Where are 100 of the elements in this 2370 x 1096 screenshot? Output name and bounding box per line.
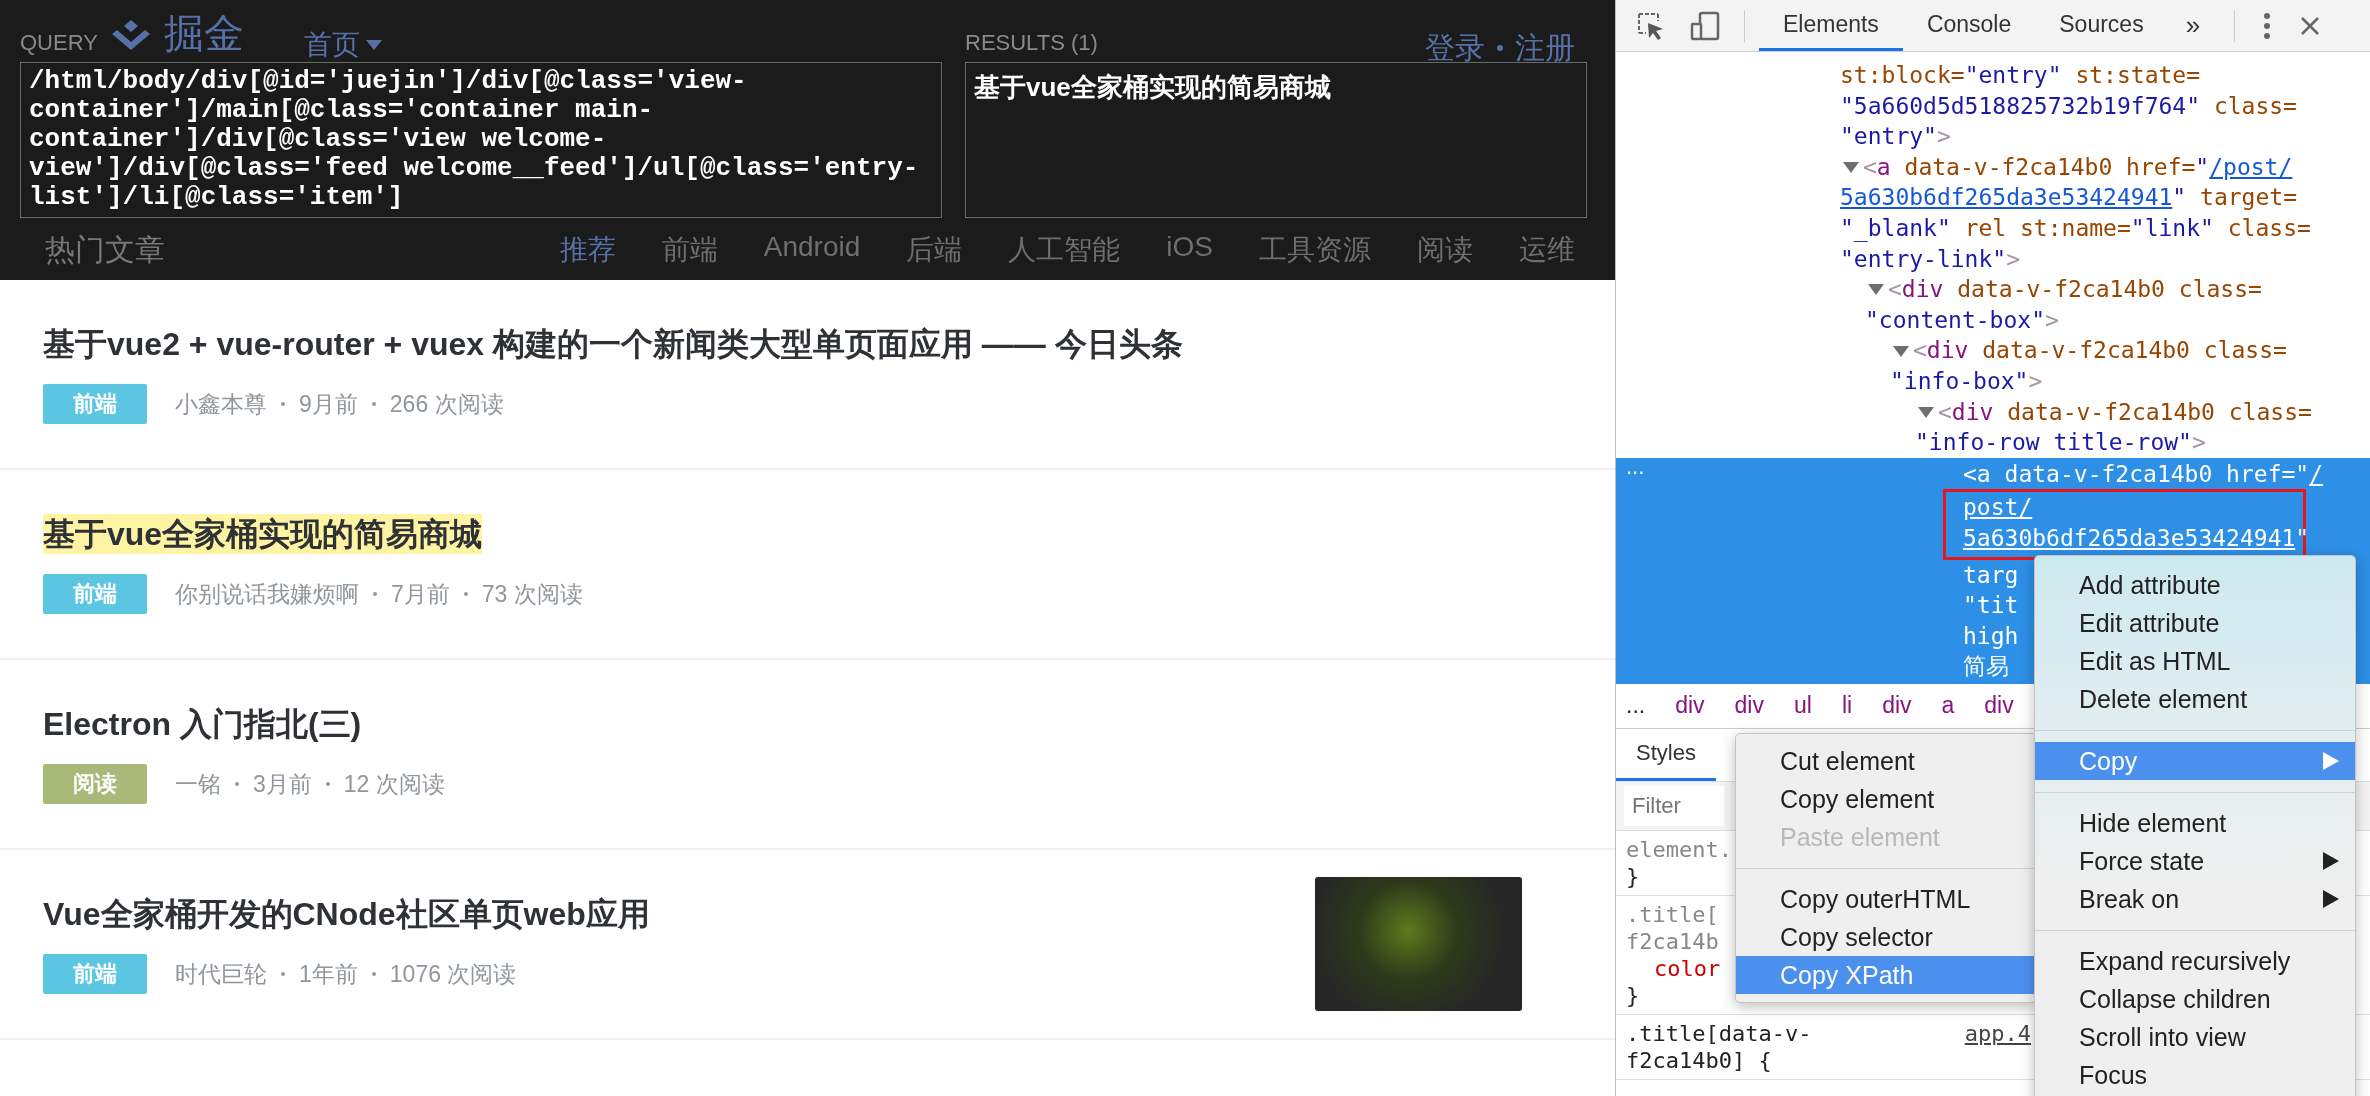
menu-item[interactable]: Expand recursively bbox=[2035, 942, 2355, 980]
code-text: a bbox=[1976, 459, 1991, 489]
article-meta: 时代巨轮 bbox=[175, 959, 267, 989]
menu-item[interactable]: Collapse children bbox=[2035, 980, 2355, 1018]
code-line: "info-box"> bbox=[1890, 366, 2043, 396]
menu-item[interactable]: Copy outerHTML bbox=[1736, 880, 2036, 918]
url-link[interactable]: /post/ bbox=[2209, 151, 2293, 183]
source-link[interactable]: app.4 bbox=[1964, 1019, 2031, 1047]
code-line: <div data-v-f2ca14b0 class= bbox=[1890, 335, 2287, 366]
menu-item[interactable]: Copy selector bbox=[1736, 918, 2036, 956]
code-text: < bbox=[1963, 459, 1977, 489]
result-item[interactable]: 基于vue全家桶实现的简易商城 bbox=[974, 67, 1578, 107]
code-text: " bbox=[2295, 459, 2310, 489]
code-line: "content-box"> bbox=[1865, 305, 2059, 335]
article-meta: 73 次阅读 bbox=[481, 579, 583, 609]
menu-item[interactable]: Edit as HTML bbox=[2035, 642, 2355, 680]
devtools-tab[interactable]: Elements bbox=[1759, 0, 1903, 51]
css-text: } bbox=[1626, 863, 1640, 889]
article-meta: 12 次阅读 bbox=[343, 769, 445, 799]
breadcrumb[interactable]: div bbox=[1734, 692, 1764, 720]
tree-node[interactable]: <div data-v-f2ca14b0 class= "info-box"> bbox=[1616, 335, 2370, 397]
close-icon[interactable] bbox=[2301, 16, 2320, 35]
article-meta: 266 次阅读 bbox=[389, 389, 504, 419]
more-tabs-button[interactable]: » bbox=[2185, 10, 2201, 41]
query-field[interactable]: /html/body/div[@id='juejin']/div[@class='view-container']/main[@class='container main-container']/div[@class='view welcome-view']/div[@class='feed welcome__feed']/ul[@class='entry-list']/li[@class='item'] bbox=[20, 62, 942, 218]
breadcrumb[interactable]: ... bbox=[1626, 692, 1646, 720]
code-line: <div data-v-f2ca14b0 class= bbox=[1865, 274, 2262, 305]
article-title[interactable]: Electron 入门指北(三) bbox=[43, 704, 362, 744]
category-tab[interactable]: 推荐 bbox=[559, 231, 616, 269]
breadcrumb[interactable]: div bbox=[1675, 692, 1705, 720]
breadcrumb[interactable]: div bbox=[1882, 692, 1912, 720]
article-meta: 一铭 bbox=[175, 769, 221, 799]
kebab-menu-icon[interactable] bbox=[2263, 11, 2272, 40]
code-text: < bbox=[1863, 152, 1877, 182]
results-label: RESULTS (1) bbox=[965, 30, 1098, 56]
query-label: QUERY bbox=[20, 30, 98, 56]
tree-node[interactable]: <div data-v-f2ca14b0 class= "content-box"> bbox=[1616, 274, 2370, 336]
code-line: high bbox=[1963, 621, 2019, 651]
article-item[interactable]: Electron 入门指北(三) 阅读 一铭 3月前 12 次阅读 bbox=[0, 660, 1615, 850]
css-text: f2ca14b0] { bbox=[1626, 1047, 1772, 1073]
nav-dropdown[interactable]: 首页 bbox=[303, 28, 382, 62]
article-title[interactable]: 基于vue2 + vue-router + vuex 构建的一个新闻类大型单页面应用 —— 今日头条 bbox=[43, 324, 1183, 364]
menu-item[interactable]: Scroll into view bbox=[2035, 1018, 2355, 1056]
submenu-arrow-icon bbox=[2323, 752, 2339, 770]
css-text: } bbox=[1626, 982, 1640, 1008]
code-line: 简易 bbox=[1963, 652, 2009, 682]
menu-item[interactable]: Cut element bbox=[1736, 742, 2036, 780]
code-line: "tit bbox=[1963, 591, 2019, 621]
code-line: <div data-v-f2ca14b0 class= bbox=[1915, 396, 2312, 428]
css-text: element. bbox=[1626, 836, 1732, 862]
article-item[interactable]: 基于vue全家桶实现的简易商城 前端 你别说话我嫌烦啊 7月前 73 次阅读 bbox=[0, 470, 1615, 660]
code-line: targ bbox=[1963, 560, 2019, 590]
css-text: .title[ bbox=[1626, 901, 1719, 927]
code-line: "5a660d5d518825732b19f764" class= bbox=[1840, 91, 2297, 121]
breadcrumb[interactable]: div bbox=[1984, 692, 2014, 720]
submenu-arrow-icon bbox=[2323, 890, 2339, 908]
breadcrumb[interactable]: li bbox=[1841, 692, 1853, 720]
article-meta: 3月前 bbox=[253, 769, 312, 799]
menu-item[interactable]: Break on bbox=[2035, 880, 2355, 918]
article-meta: 你别说话我嫌烦啊 bbox=[175, 579, 359, 609]
auth-link[interactable]: 注册 bbox=[1515, 30, 1575, 66]
css-text: .title[data-v- bbox=[1626, 1019, 1812, 1047]
article-item[interactable]: 基于vue2 + vue-router + vuex 构建的一个新闻类大型单页面应用 —— 今日头条 前端 小鑫本尊 9月前 266 次阅读 bbox=[0, 280, 1615, 470]
css-text: f2ca14b bbox=[1626, 928, 1719, 954]
logo-text[interactable]: 掘金 bbox=[163, 10, 244, 56]
breadcrumb[interactable]: ul bbox=[1794, 692, 1812, 720]
breadcrumb[interactable]: a bbox=[1941, 692, 1955, 720]
article-title[interactable]: Vue全家桶开发的CNode社区单页web应用 bbox=[43, 894, 650, 934]
devtools-tab[interactable]: Sources bbox=[2035, 0, 2168, 51]
code-text: target= bbox=[2199, 183, 2297, 213]
menu-item[interactable]: Edit attribute bbox=[2035, 604, 2355, 642]
filter-field[interactable]: Filter bbox=[1624, 785, 1724, 826]
code-line: st:block="entry" st:state= bbox=[1840, 61, 2201, 90]
code-line: "_blank" rel st:name="link" class= bbox=[1840, 213, 2311, 244]
caret-icon bbox=[365, 40, 382, 50]
section-title: 热门文章 bbox=[45, 231, 165, 268]
url-link[interactable]: 5a630b6df265da3e53424941 bbox=[1840, 182, 2173, 213]
article-meta: 7月前 bbox=[391, 579, 450, 609]
article-item[interactable]: Vue全家桶开发的CNode社区单页web应用 前端 时代巨轮 1年前 1076 次阅读 bbox=[0, 850, 1615, 1040]
devtools-tab[interactable]: Console bbox=[1902, 0, 2036, 51]
article-title[interactable]: 基于vue全家桶实现的简易商城 bbox=[43, 514, 483, 554]
auth-link[interactable]: 登录 bbox=[1425, 30, 1485, 66]
article-meta: 9月前 bbox=[299, 389, 358, 419]
submenu-arrow-icon bbox=[2323, 852, 2339, 870]
code-text: data-v-f2ca14b0 href= bbox=[1903, 152, 2196, 182]
device-icon[interactable] bbox=[1690, 10, 1720, 41]
code-line: "entry"> bbox=[1840, 122, 1951, 152]
menu-item[interactable]: Add attribute bbox=[2035, 566, 2355, 604]
menu-item[interactable]: Copy element bbox=[1736, 780, 2036, 818]
thumbnail-image[interactable] bbox=[1315, 877, 1522, 1011]
code-text: " bbox=[2172, 183, 2187, 213]
code-text: a bbox=[1876, 152, 1891, 182]
menu-item[interactable]: Focus bbox=[2035, 1056, 2355, 1094]
code-text: data-v-f2ca14b0 href= bbox=[2003, 459, 2296, 489]
menu-item[interactable]: Hide element bbox=[2035, 804, 2355, 842]
tree-node[interactable]: <a data-v-f2ca14b0 href="/post/ 5a630b6df265da3e53424941" target= "_blank" rel st:name="link" class= "entry-link"> bbox=[1616, 151, 2370, 275]
menu-item[interactable]: Force state bbox=[2035, 842, 2355, 880]
code-line: "info-row title-row"> bbox=[1915, 428, 2206, 458]
code-line: "entry-link"> bbox=[1840, 244, 2021, 274]
article-meta: 1年前 bbox=[299, 959, 358, 989]
